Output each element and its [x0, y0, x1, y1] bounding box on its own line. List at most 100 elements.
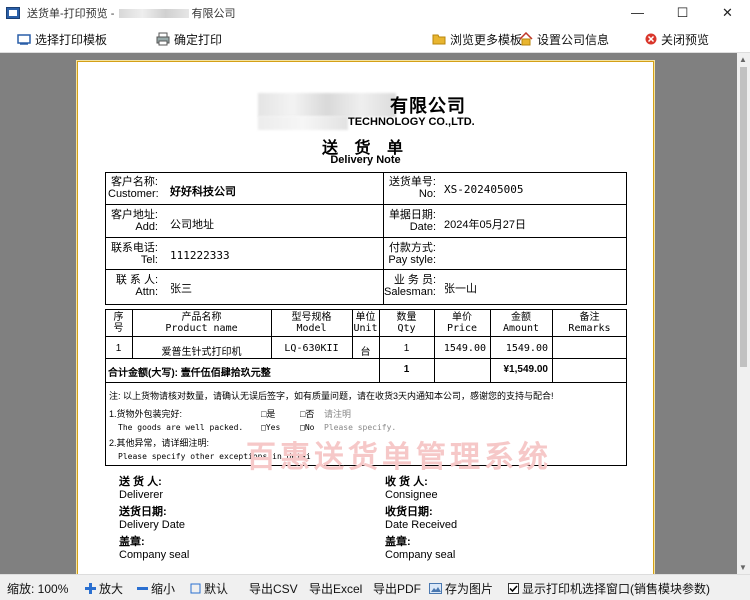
confirm-print-button[interactable]: 确定打印: [156, 30, 222, 48]
customer-value: 好好科技公司: [170, 186, 236, 198]
package-no-en: □No: [300, 423, 315, 432]
save-image-button[interactable]: 存为图片: [429, 580, 493, 596]
zoom-level: 缩放: 100%: [7, 581, 69, 596]
redacted-company-name: [258, 93, 396, 117]
zoom-in-label: 放大: [99, 581, 124, 596]
close-window-button[interactable]: ✕: [705, 0, 750, 25]
table-line: [105, 382, 627, 383]
show-printer-label: 显示打印机选择窗口(销售模块参数): [522, 581, 710, 596]
header-index: 序号: [113, 312, 124, 334]
pay-label: 付款方式: Pay style:: [388, 242, 436, 266]
date-label: 单据日期: Date:: [388, 209, 436, 233]
info-row-line: [105, 269, 627, 270]
row-index: 1: [115, 343, 122, 354]
row-price: 1549.00: [443, 343, 486, 354]
table-line: [105, 358, 627, 359]
deliverer-field: 送 货 人: Deliverer: [119, 476, 164, 501]
address-label: 客户地址: Add:: [110, 209, 158, 233]
maximize-button[interactable]: ☐: [660, 0, 705, 25]
minimize-button[interactable]: —: [615, 0, 660, 25]
company-info-button[interactable]: 设置公司信息: [519, 30, 609, 48]
status-bar: 缩放: 100% 放大 缩小 默认 导出CSV 导出Excel 导出PDF 存为…: [0, 574, 750, 600]
redacted-text: [119, 9, 190, 19]
header-qty: 数量 Qty: [396, 312, 417, 334]
sales-label: 业 务 员: Salesman:: [384, 274, 436, 298]
row-qty: 1: [403, 343, 410, 354]
seal-field: 盖章: Company seal: [119, 536, 190, 561]
export-csv-button[interactable]: 导出CSV: [249, 580, 298, 596]
select-template-button[interactable]: 选择打印模板: [17, 30, 107, 48]
toolbar: 选择打印模板 确定打印 浏览更多模板 设置公司信息 关闭预览: [0, 25, 750, 53]
select-template-label: 选择打印模板: [35, 32, 108, 47]
browse-templates-label: 浏览更多模板: [450, 32, 523, 47]
checkbox-checked-icon: [508, 582, 519, 594]
title-bar: 送货单-打印预览 - 有限公司 — ☐ ✕: [0, 0, 750, 25]
delivery-date-field: 送货日期: Delivery Date: [119, 506, 186, 531]
header-remarks: 备注 Remarks: [568, 312, 611, 334]
confirm-print-label: 确定打印: [174, 32, 223, 47]
total-label: 合计金额(大写): 壹仟伍佰肆拾玖元整: [108, 368, 271, 379]
sales-value: 张一山: [444, 283, 477, 295]
row-model: LQ-630KII: [284, 343, 339, 354]
tel-label: 联系电话: Tel:: [110, 242, 158, 266]
scroll-down-arrow-icon[interactable]: ▼: [739, 563, 747, 572]
info-row-line: [105, 204, 627, 205]
export-excel-button[interactable]: 导出Excel: [309, 580, 362, 596]
seal-field-2: 盖章: Company seal: [385, 536, 456, 561]
package-hint: 请注明: [324, 409, 352, 419]
total-amount: ¥1,549.00: [503, 364, 549, 375]
company-name-en: TECHNOLOGY CO.,LTD.: [348, 116, 475, 128]
show-printer-checkbox[interactable]: 显示打印机选择窗口(销售模块参数): [508, 580, 710, 596]
header-model: 型号规格 Model: [291, 312, 332, 334]
redacted-company-en: [258, 116, 348, 130]
package-hint-en: Please specify.: [324, 423, 397, 432]
zoom-out-button[interactable]: 缩小: [137, 580, 175, 596]
no-label: 送货单号: No:: [388, 176, 436, 200]
printer-icon: [156, 32, 170, 46]
folder-icon: [432, 32, 446, 46]
company-name: 有限公司: [390, 96, 466, 116]
close-preview-button[interactable]: 关闭预览: [645, 30, 709, 48]
package-no-checkbox[interactable]: □否: [300, 407, 314, 420]
close-preview-label: 关闭预览: [661, 32, 710, 47]
header-unit: 单位 Unit: [353, 312, 378, 334]
package-yes-en: □Yes: [261, 423, 281, 432]
home-icon: [519, 32, 533, 46]
date-value: 2024年05月27日: [444, 219, 526, 231]
watermark-text: 百惠送货单管理系统: [246, 441, 552, 474]
customer-label: 客户名称: Customer:: [108, 176, 159, 200]
close-circle-icon: [645, 33, 657, 45]
notice-text: 注: 以上货物请核对数量，请确认无误后签字，如有质量问题，请在收货3天内通知本公…: [109, 391, 554, 401]
scrollbar-thumb[interactable]: [740, 67, 747, 367]
tel-value: 111222333: [170, 249, 230, 262]
attn-label: 联 系 人: Attn:: [115, 274, 158, 298]
zoom-out-label: 缩小: [151, 581, 176, 596]
package-yes-checkbox[interactable]: □是: [261, 407, 275, 420]
package-question: 1.货物外包装完好:: [109, 409, 183, 419]
table-line: [105, 336, 627, 337]
window-title-prefix: 送货单-打印预览 -: [27, 7, 118, 20]
delivery-note-page: 有限公司 TECHNOLOGY CO.,LTD. 送 货 单 Delivery …: [77, 61, 654, 574]
save-image-label: 存为图片: [445, 581, 494, 596]
scroll-up-arrow-icon[interactable]: ▲: [739, 55, 747, 64]
print-preview-area[interactable]: 有限公司 TECHNOLOGY CO.,LTD. 送 货 单 Delivery …: [0, 53, 737, 574]
browse-templates-button[interactable]: 浏览更多模板: [432, 30, 522, 48]
row-product: 爱普生针式打印机: [161, 347, 242, 358]
header-amount: 金额 Amount: [502, 312, 540, 334]
address-value: 公司地址: [170, 219, 214, 231]
header-product: 产品名称 Product name: [165, 312, 238, 334]
window-title: 送货单-打印预览 - 有限公司: [27, 5, 235, 21]
info-row-line: [105, 237, 627, 238]
image-icon: [429, 582, 442, 594]
template-icon: [17, 32, 31, 46]
document-title-en: Delivery Note: [330, 154, 401, 166]
default-zoom-button[interactable]: 默认: [190, 580, 228, 596]
header-price: 单价 Price: [446, 312, 478, 334]
row-unit: 台: [360, 347, 371, 358]
export-pdf-button[interactable]: 导出PDF: [373, 580, 421, 596]
received-date-field: 收货日期: Date Received: [385, 506, 458, 531]
app-icon: [6, 6, 20, 19]
no-value: XS-202405005: [444, 183, 524, 196]
vertical-scrollbar[interactable]: ▲ ▼: [737, 53, 750, 574]
zoom-in-button[interactable]: 放大: [85, 580, 123, 596]
